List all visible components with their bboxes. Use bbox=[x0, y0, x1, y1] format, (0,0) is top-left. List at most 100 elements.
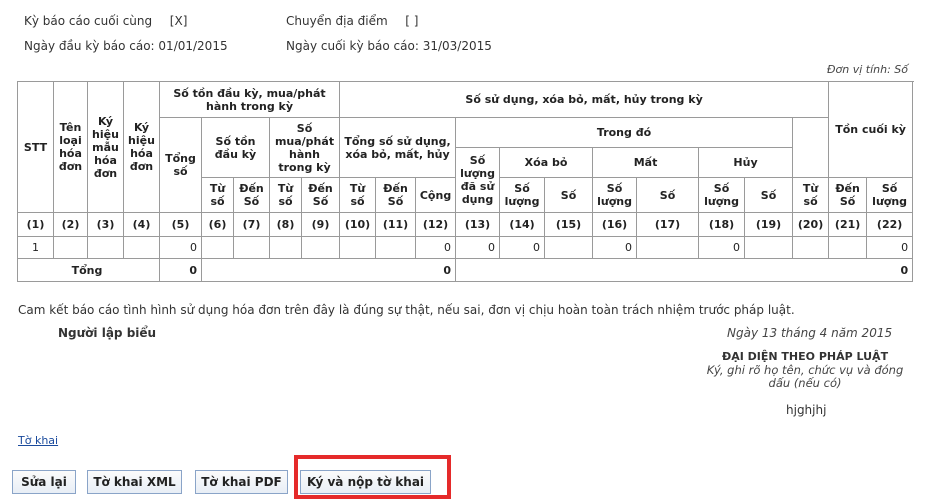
total-opening: 0 bbox=[159, 258, 202, 282]
header-qty: Số lượng bbox=[499, 177, 546, 213]
table-cell bbox=[828, 236, 868, 259]
representative-label: ĐẠI DIỆN THEO PHÁP LUẬT bbox=[722, 350, 889, 363]
header-qty: Số lượng bbox=[592, 177, 638, 213]
header-opening: Số tồn đầu kỳ bbox=[201, 117, 270, 178]
table-cell bbox=[792, 236, 830, 259]
header-from: Từ số bbox=[269, 177, 302, 213]
header-from: Từ số bbox=[792, 177, 830, 213]
header-qty: Số lượng bbox=[698, 177, 746, 213]
header-stt: STT bbox=[17, 81, 54, 213]
report-date: Ngày 13 tháng 4 năm 2015 bbox=[727, 326, 893, 340]
header-invoice-type: Tên loại hóa đơn bbox=[53, 81, 88, 213]
end-date-value: 31/03/2015 bbox=[422, 39, 492, 53]
header-sum: Cộng bbox=[415, 177, 457, 213]
header-to: Đến Số bbox=[828, 177, 868, 213]
column-number: (19) bbox=[744, 212, 794, 237]
header-numbers: Số bbox=[636, 177, 700, 213]
column-number-row: (1) (2) (3) (4) (5) (6) (7) (8) (9) (10)… bbox=[17, 212, 914, 237]
end-date-label: Ngày cuối kỳ báo cáo: bbox=[286, 39, 419, 53]
column-number: (3) bbox=[87, 212, 124, 237]
relocation-label: Chuyển địa điểm bbox=[286, 14, 388, 28]
column-number: (15) bbox=[544, 212, 594, 237]
column-number: (10) bbox=[339, 212, 377, 237]
header-used-qty: Số lượng đã sử dụng bbox=[455, 147, 501, 213]
table-cell: 0 bbox=[866, 236, 914, 259]
column-number: (9) bbox=[300, 212, 341, 237]
column-number: (4) bbox=[123, 212, 160, 237]
highlight-box bbox=[294, 455, 451, 499]
header-total: Tổng số bbox=[159, 117, 202, 213]
table-cell bbox=[544, 236, 594, 259]
header-closing: Tồn cuối kỳ bbox=[828, 81, 914, 178]
last-period-checkbox[interactable]: [X] bbox=[170, 14, 188, 28]
table-cell: 0 bbox=[455, 236, 501, 259]
column-number: (22) bbox=[866, 212, 914, 237]
column-number: (6) bbox=[201, 212, 234, 237]
total-used: 0 bbox=[200, 258, 457, 282]
column-number: (21) bbox=[828, 212, 868, 237]
header-form-symbol: Ký hiệu mẫu hóa đơn bbox=[87, 81, 124, 213]
header-to: Đến Số bbox=[233, 177, 270, 213]
table-cell bbox=[269, 236, 302, 259]
signature-instruction: Ký, ghi rõ họ tên, chức vụ và đóng dấu (… bbox=[706, 363, 904, 390]
start-date-label: Ngày đầu kỳ báo cáo: bbox=[24, 39, 155, 53]
column-number: (7) bbox=[233, 212, 270, 237]
edit-button[interactable]: Sửa lại bbox=[12, 470, 76, 494]
table-cell bbox=[233, 236, 270, 259]
total-row: Tổng 0 0 0 bbox=[17, 258, 914, 282]
header-cancelled: Hủy bbox=[698, 147, 794, 178]
column-number: (2) bbox=[53, 212, 88, 237]
preparer-label: Người lập biểu bbox=[58, 326, 157, 340]
table-cell bbox=[87, 236, 124, 259]
header-invoice-symbol: Ký hiệu hóa đơn bbox=[123, 81, 160, 213]
table-cell bbox=[375, 236, 417, 259]
table-row: 1 0 0 0 0 0 0 0 bbox=[17, 236, 914, 259]
header-from: Từ số bbox=[339, 177, 377, 213]
unit-label: Đơn vị tính: Số bbox=[826, 63, 908, 76]
header-to: Đến Số bbox=[300, 177, 341, 213]
table-cell bbox=[339, 236, 377, 259]
column-number: (17) bbox=[636, 212, 700, 237]
table-cell bbox=[636, 236, 700, 259]
column-number: (8) bbox=[269, 212, 302, 237]
column-number: (5) bbox=[159, 212, 202, 237]
invoice-usage-table: STT Tên loại hóa đơn Ký hiệu mẫu hóa đơn… bbox=[17, 81, 914, 282]
last-period-label: Kỳ báo cáo cuối cùng bbox=[24, 14, 153, 28]
table-cell: 1 bbox=[17, 236, 54, 259]
column-number: (12) bbox=[415, 212, 457, 237]
relocation-row: Chuyển địa điểm [ ] bbox=[286, 14, 418, 28]
total-closing: 0 bbox=[455, 258, 914, 282]
header-used-total: Tổng số sử dụng, xóa bỏ, mất, hủy bbox=[339, 117, 457, 178]
table-cell bbox=[300, 236, 341, 259]
header-of-which: Trong đó bbox=[455, 117, 794, 148]
xml-declaration-button[interactable]: Tờ khai XML bbox=[87, 470, 182, 494]
header-qty: Số lượng bbox=[866, 177, 914, 213]
header-to: Đến Số bbox=[375, 177, 417, 213]
start-date-row: Ngày đầu kỳ báo cáo: 01/01/2015 bbox=[24, 39, 228, 53]
commitment-text: Cam kết báo cáo tình hình sử dụng hóa đơ… bbox=[18, 303, 795, 317]
column-number: (1) bbox=[17, 212, 54, 237]
pdf-declaration-button[interactable]: Tờ khai PDF bbox=[195, 470, 288, 494]
column-number: (11) bbox=[375, 212, 417, 237]
header-deleted: Xóa bỏ bbox=[499, 147, 594, 178]
header-numbers: Số bbox=[544, 177, 594, 213]
header-lost: Mất bbox=[592, 147, 700, 178]
relocation-checkbox[interactable]: [ ] bbox=[405, 14, 418, 28]
column-number: (14) bbox=[499, 212, 546, 237]
declaration-link[interactable]: Tờ khai bbox=[18, 434, 58, 447]
signer-name: hjghjhj bbox=[786, 403, 827, 417]
header-used-group: Số sử dụng, xóa bỏ, mất, hủy trong kỳ bbox=[339, 81, 830, 118]
column-number: (18) bbox=[698, 212, 746, 237]
total-label: Tổng bbox=[17, 258, 160, 282]
table-cell: 0 bbox=[698, 236, 746, 259]
table-cell bbox=[744, 236, 794, 259]
header-opening-group: Số tồn đầu kỳ, mua/phát hành trong kỳ bbox=[158, 81, 341, 118]
column-number: (16) bbox=[592, 212, 638, 237]
header-purchased: Số mua/phát hành trong kỳ bbox=[268, 117, 341, 178]
table-cell bbox=[123, 236, 160, 259]
end-date-row: Ngày cuối kỳ báo cáo: 31/03/2015 bbox=[286, 39, 492, 53]
header-numbers: Số bbox=[744, 177, 794, 213]
table-cell: 0 bbox=[592, 236, 638, 259]
table-cell bbox=[53, 236, 88, 259]
header-from: Từ số bbox=[201, 177, 234, 213]
